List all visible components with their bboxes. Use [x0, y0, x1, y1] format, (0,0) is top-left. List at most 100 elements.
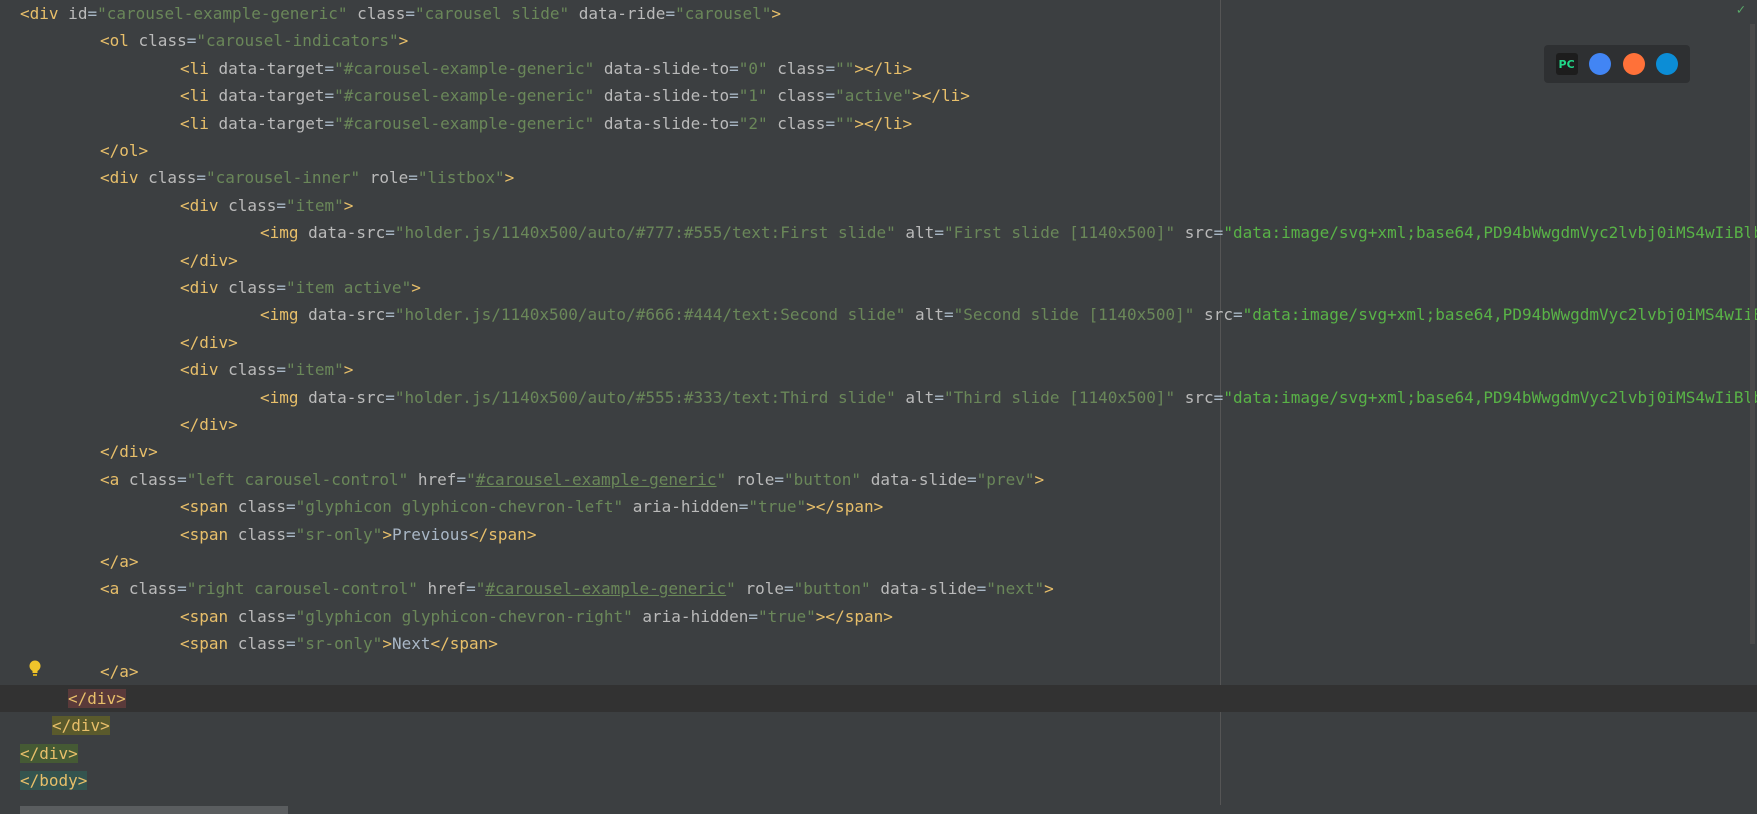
code-token: "": [835, 113, 855, 133]
code-line[interactable]: <div class="item">: [20, 356, 353, 383]
code-area[interactable]: <div id="carousel-example-generic" class…: [0, 0, 1757, 800]
code-token: class: [767, 86, 826, 106]
code-token: "button": [793, 579, 871, 599]
code-line[interactable]: <img data-src="holder.js/1140x500/auto/#…: [20, 301, 1757, 328]
code-token: "#carousel-example-generic": [334, 58, 595, 78]
code-token: <div: [180, 195, 219, 215]
code-line[interactable]: </ol>: [20, 137, 148, 164]
code-token: =: [276, 278, 286, 297]
code-token: "glyphicon glyphicon-chevron-left": [295, 497, 624, 517]
code-token: class: [119, 579, 178, 599]
code-token: aria-hidden: [632, 606, 749, 626]
code-line[interactable]: <a class="right carousel-control" href="…: [20, 575, 1054, 602]
code-token: class: [128, 31, 187, 51]
code-token: =: [324, 86, 335, 106]
code-token: =: [783, 579, 794, 599]
code-token: "listbox": [417, 168, 505, 188]
code-line[interactable]: </a>: [20, 548, 139, 575]
code-line[interactable]: <span class="sr-only">Next</span>: [20, 630, 498, 657]
code-line[interactable]: <a class="left carousel-control" href="#…: [20, 466, 1044, 493]
code-token: "right carousel-control": [186, 579, 418, 599]
code-token: Next: [391, 634, 431, 654]
code-line[interactable]: <ol class="carousel-indicators">: [20, 27, 408, 54]
code-token: class: [228, 524, 286, 544]
code-token: "holder.js/1140x500/auto/#777:#555/text:…: [394, 223, 896, 243]
pycharm-icon[interactable]: PC: [1555, 53, 1578, 75]
code-token: data-slide: [870, 579, 977, 599]
code-line[interactable]: <img data-src="holder.js/1140x500/auto/#…: [20, 219, 1757, 246]
code-token: <span: [180, 497, 229, 517]
code-token: =: [87, 4, 98, 23]
code-token: =: [1213, 223, 1224, 243]
code-token: >: [1044, 579, 1054, 599]
code-token: =: [385, 223, 395, 243]
code-token: =: [285, 634, 296, 654]
intention-bulb-icon[interactable]: [28, 660, 42, 678]
code-line[interactable]: </div>: [20, 438, 158, 465]
code-line[interactable]: <span class="glyphicon glyphicon-chevron…: [20, 493, 883, 520]
code-token: =: [186, 31, 197, 51]
code-line[interactable]: <div class="carousel-inner" role="listbo…: [20, 164, 514, 191]
code-token: data-src: [298, 305, 386, 325]
code-token: "0": [738, 58, 768, 78]
chrome-icon[interactable]: [1589, 53, 1612, 75]
code-token: alt: [895, 387, 935, 407]
code-token: data-src: [298, 223, 386, 243]
code-token: </div>: [20, 743, 78, 763]
code-token: "true": [758, 606, 816, 626]
code-line[interactable]: <div id="carousel-example-generic" class…: [20, 0, 781, 27]
code-token: >: [1034, 469, 1045, 489]
horizontal-scrollbar[interactable]: [20, 806, 288, 814]
code-token: "": [835, 58, 855, 78]
code-token: "item": [285, 360, 344, 380]
code-line[interactable]: <div class="item">: [20, 192, 353, 219]
code-token: =: [729, 86, 739, 106]
code-token: >: [771, 4, 782, 23]
code-token: data-src: [298, 387, 386, 407]
code-line[interactable]: <li data-target="#carousel-example-gener…: [20, 110, 912, 137]
code-token: =: [825, 58, 836, 78]
code-line[interactable]: </body>: [20, 767, 88, 794]
code-token: =: [324, 58, 335, 78]
code-line[interactable]: <span class="glyphicon glyphicon-chevron…: [20, 603, 893, 630]
code-line[interactable]: </div>: [0, 685, 1757, 713]
code-token: class: [228, 634, 286, 654]
code-token: "carousel": [675, 4, 772, 23]
code-token: <a: [100, 579, 120, 599]
code-line[interactable]: <span class="sr-only">Previous</span>: [20, 521, 536, 548]
edge-icon[interactable]: [1656, 53, 1679, 75]
code-line[interactable]: </div>: [20, 411, 238, 438]
code-line[interactable]: </div>: [20, 740, 78, 767]
code-token: </span>: [469, 524, 537, 544]
code-token: #carousel-example-generic: [475, 469, 717, 489]
code-line[interactable]: <li data-target="#carousel-example-gener…: [20, 55, 912, 82]
code-line[interactable]: <li data-target="#carousel-example-gener…: [20, 82, 970, 109]
code-token: <a: [100, 469, 120, 489]
firefox-icon[interactable]: [1622, 53, 1645, 75]
code-line[interactable]: </div>: [20, 329, 238, 356]
vertical-scrollbar[interactable]: [1750, 24, 1755, 644]
code-token: alt: [905, 305, 944, 325]
code-token: src: [1194, 305, 1233, 325]
code-line[interactable]: </div>: [20, 712, 110, 739]
code-token: <span: [180, 524, 229, 544]
code-line[interactable]: <div class="item active">: [20, 274, 421, 301]
code-token: role: [726, 469, 775, 489]
inspection-ok-icon[interactable]: ✓: [1737, 2, 1745, 18]
code-token: <li: [180, 113, 209, 133]
code-token: =: [748, 606, 758, 626]
code-token: data-ride: [569, 4, 666, 23]
code-token: "data:image/svg+xml;base64,PD94bWwgdmVyc…: [1223, 223, 1757, 243]
code-line[interactable]: </div>: [20, 247, 238, 274]
code-token: href: [417, 579, 467, 599]
code-editor[interactable]: <div id="carousel-example-generic" class…: [0, 0, 1757, 814]
code-line[interactable]: <img data-src="holder.js/1140x500/auto/#…: [20, 384, 1757, 411]
code-token: =: [285, 606, 296, 626]
code-token: "Second slide [1140x500]": [953, 305, 1195, 325]
code-token: =: [408, 168, 418, 188]
code-token: "glyphicon glyphicon-chevron-right": [295, 606, 633, 626]
code-token: #carousel-example-generic: [485, 579, 727, 599]
code-token: class: [218, 195, 277, 215]
code-token: </div>: [180, 250, 238, 270]
code-token: "next": [986, 579, 1045, 599]
